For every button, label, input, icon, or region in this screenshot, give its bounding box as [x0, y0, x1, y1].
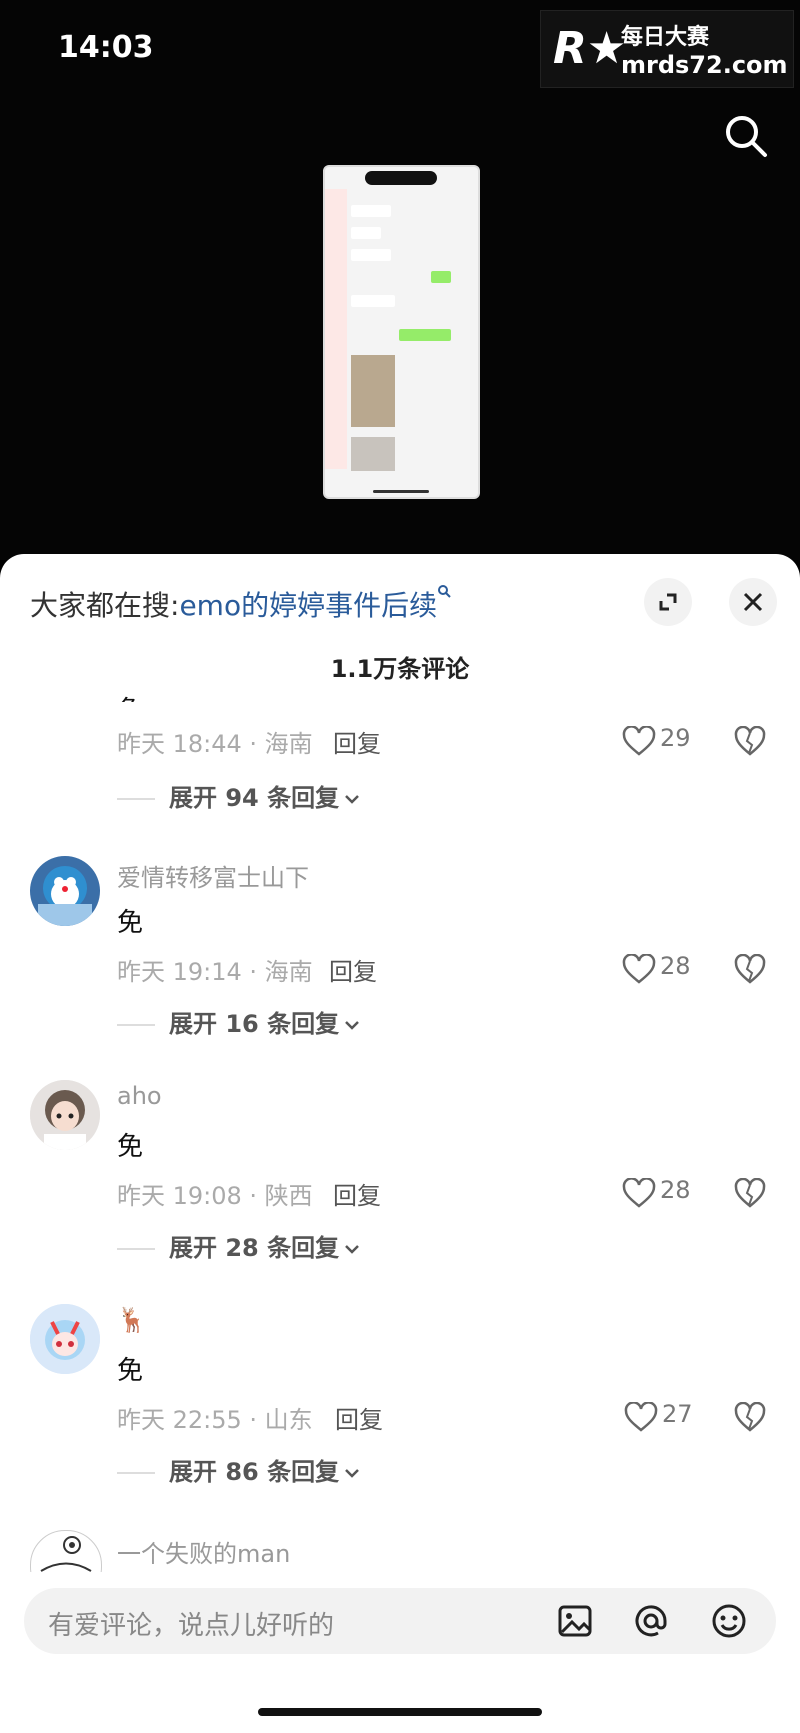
- divider: [117, 798, 155, 800]
- comment-meta: 昨天 19:08 · 陕西: [117, 1182, 313, 1210]
- expand-replies-label: 展开 94 条回复: [169, 784, 340, 812]
- video-area[interactable]: 14:03 R★ 每日大赛 mrds72.com: [0, 0, 800, 560]
- comment-username[interactable]: aho: [117, 1082, 162, 1110]
- chat-bubble: [431, 271, 451, 283]
- reply-button[interactable]: 回复: [335, 1400, 383, 1435]
- avatar-image: [38, 866, 92, 926]
- comment-input[interactable]: 有爱评论，说点儿好听的: [24, 1588, 776, 1654]
- expand-replies[interactable]: 展开 86 条回复: [117, 1452, 361, 1487]
- comment-text: 免: [117, 1132, 144, 1162]
- divider: [117, 1472, 155, 1474]
- comment-input-placeholder: 有爱评论，说点儿好听的: [48, 1611, 335, 1641]
- heart-icon[interactable]: [622, 726, 656, 756]
- status-time: 14:03: [58, 30, 154, 65]
- expand-replies-label: 展开 86 条回复: [169, 1458, 340, 1486]
- watermark-logo: R★: [553, 23, 627, 74]
- heart-icon[interactable]: [622, 1178, 656, 1208]
- like-count: 28: [660, 1176, 691, 1204]
- divider: [117, 1248, 155, 1250]
- comments-count: 1.1万条评论: [330, 655, 470, 683]
- phone-notch: [365, 171, 437, 185]
- avatar[interactable]: [30, 856, 100, 926]
- heart-icon[interactable]: [622, 954, 656, 984]
- like-count: 28: [660, 952, 691, 980]
- comment-username[interactable]: 🦌: [117, 1306, 147, 1334]
- comment-username[interactable]: 爱情转移富士山下: [117, 858, 309, 893]
- broken-heart-icon[interactable]: [734, 954, 766, 984]
- expand-replies[interactable]: 展开 16 条回复: [117, 1004, 361, 1039]
- reply-button[interactable]: 回复: [329, 952, 377, 987]
- comment-text-partial: 免: [117, 690, 143, 702]
- chevron-down-icon: [345, 1021, 359, 1030]
- chat-bubble: [351, 295, 395, 307]
- chevron-down-icon: [345, 1245, 359, 1254]
- comment-text: 免: [117, 1356, 144, 1386]
- avatar-image: [40, 1536, 92, 1572]
- like-count: 27: [662, 1400, 693, 1428]
- hot-search-query[interactable]: emo的婷婷事件后续: [179, 589, 437, 622]
- phone-home-bar: [373, 490, 429, 493]
- heart-icon[interactable]: [624, 1402, 658, 1432]
- watermark-url: mrds72.com: [621, 51, 788, 79]
- broken-heart-icon[interactable]: [734, 726, 766, 756]
- avatar-image: [30, 1304, 100, 1374]
- comment-meta: 昨天 19:14 · 海南: [117, 958, 313, 986]
- comment-username[interactable]: 一个失败的man: [117, 1534, 290, 1569]
- at-icon[interactable]: [632, 1602, 670, 1640]
- video-thumbnail: [323, 165, 480, 499]
- expand-replies-label: 展开 16 条回复: [169, 1010, 340, 1038]
- chevron-down-icon: [345, 795, 359, 804]
- reply-button[interactable]: 回复: [333, 724, 381, 759]
- comment-meta: 昨天 18:44 · 海南: [117, 730, 313, 758]
- chat-bubble: [399, 329, 451, 341]
- avatar[interactable]: [30, 1080, 100, 1150]
- search-small-icon: [438, 585, 451, 598]
- divider: [117, 1024, 155, 1026]
- emoji-icon[interactable]: [710, 1602, 748, 1640]
- chat-bubble: [351, 205, 391, 217]
- chat-bubble: [351, 227, 381, 239]
- chat-image: [351, 437, 395, 471]
- broken-heart-icon[interactable]: [734, 1402, 766, 1432]
- avatar-image: [30, 1080, 100, 1150]
- hot-search[interactable]: 大家都在搜:emo的婷婷事件后续: [30, 584, 453, 624]
- like-count: 29: [660, 724, 691, 752]
- chat-sidebar: [325, 189, 347, 469]
- expand-button[interactable]: [644, 578, 692, 626]
- avatar[interactable]: [30, 1530, 102, 1572]
- chevron-down-icon: [345, 1469, 359, 1478]
- search-icon[interactable]: [722, 112, 770, 160]
- avatar[interactable]: [30, 1304, 100, 1374]
- expand-replies[interactable]: 展开 94 条回复: [117, 778, 361, 813]
- image-icon[interactable]: [556, 1602, 594, 1640]
- comment-meta: 昨天 22:55 · 山东: [117, 1406, 313, 1434]
- expand-icon: [659, 593, 677, 611]
- close-button[interactable]: [729, 578, 777, 626]
- comment-text: 免: [117, 908, 144, 938]
- home-indicator: [258, 1708, 542, 1716]
- watermark-title: 每日大赛: [621, 25, 710, 50]
- expand-replies-label: 展开 28 条回复: [169, 1234, 340, 1262]
- chat-bubble: [351, 249, 391, 261]
- comment-item: 一个失败的man: [0, 1528, 800, 1572]
- watermark: R★ 每日大赛 mrds72.com: [540, 10, 794, 88]
- broken-heart-icon[interactable]: [734, 1178, 766, 1208]
- reply-button[interactable]: 回复: [333, 1176, 381, 1211]
- hot-search-prefix: 大家都在搜:: [30, 589, 180, 622]
- close-icon: [743, 592, 763, 612]
- chat-image: [351, 355, 395, 427]
- expand-replies[interactable]: 展开 28 条回复: [117, 1228, 361, 1263]
